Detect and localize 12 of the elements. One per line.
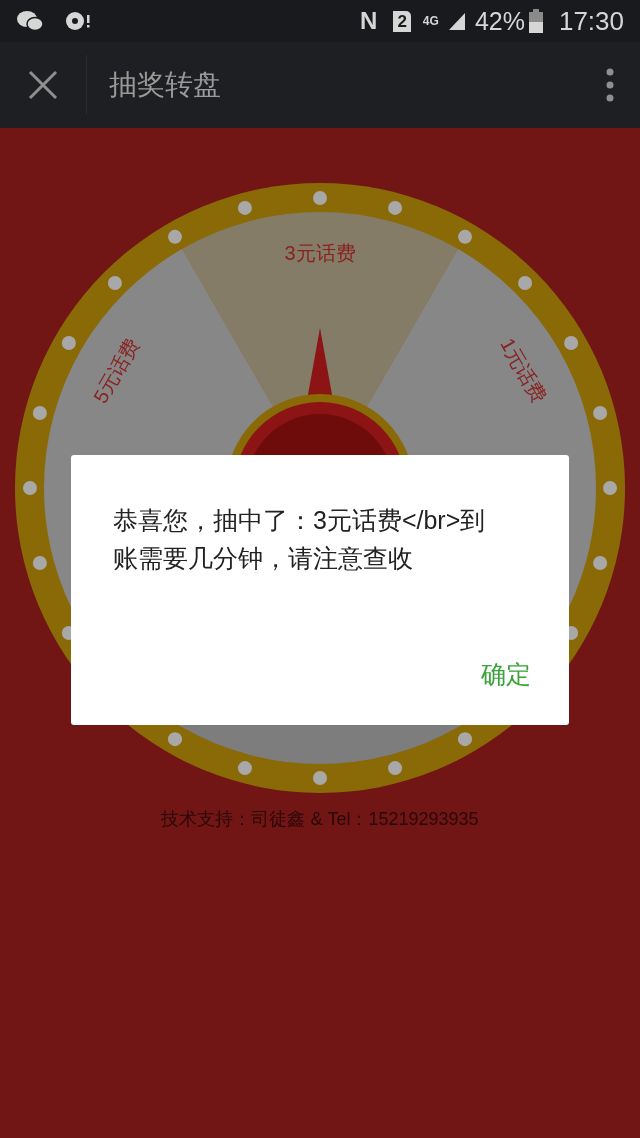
prize-label: 3元话费 bbox=[284, 242, 356, 264]
dialog-message: 恭喜您，抽中了：3元话费</br>到账需要几分钟，请注意查收 bbox=[112, 505, 487, 574]
confirm-button[interactable]: 确定 bbox=[473, 655, 539, 693]
page-title: 抽奖转盘 bbox=[109, 68, 221, 102]
network-type: 4G bbox=[422, 15, 439, 27]
prize-label: 5元话费 bbox=[89, 334, 144, 407]
clock: 17:30 bbox=[558, 8, 624, 34]
battery-level: 42% bbox=[474, 8, 525, 34]
nfc-indicator: N bbox=[360, 9, 378, 33]
support-credit: 技术支持：司徒鑫 & Tel：15219293935 bbox=[160, 808, 480, 831]
prize-label: 1元话费 bbox=[496, 334, 551, 407]
sim-indicator: 2 bbox=[393, 10, 411, 32]
